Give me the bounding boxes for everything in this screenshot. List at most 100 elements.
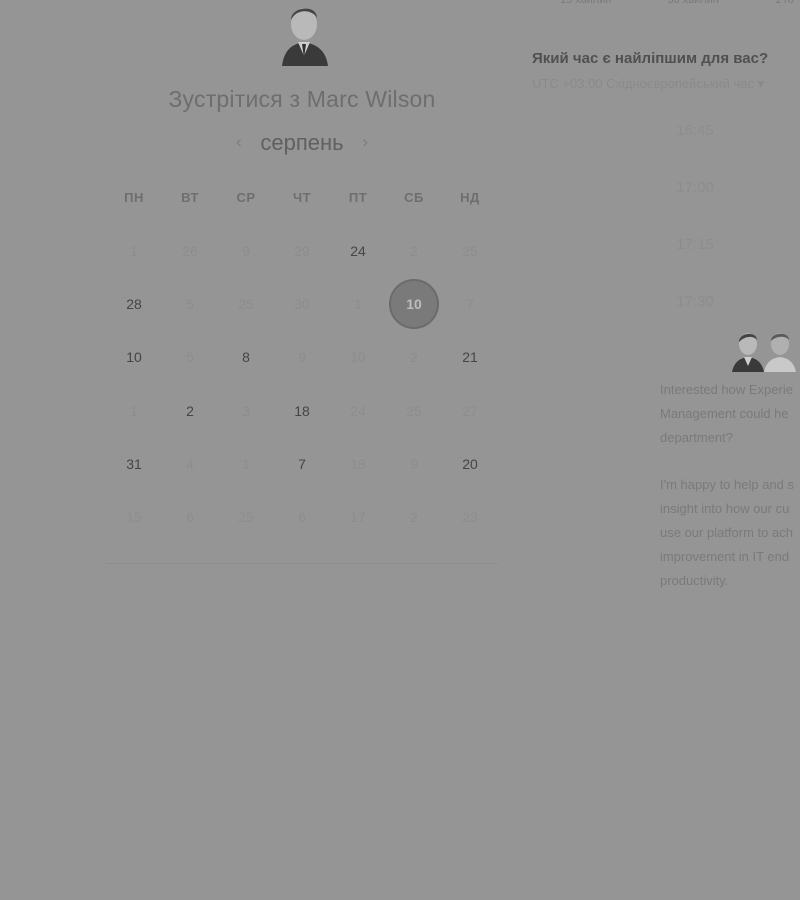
calendar-day: 4: [162, 437, 218, 490]
calendar-day: 1: [330, 277, 386, 330]
calendar-day: 30: [274, 277, 330, 330]
day-number: 2: [410, 349, 418, 366]
calendar-day: 2: [386, 490, 442, 543]
day-number: 18: [350, 455, 366, 472]
time-question: Який час є найліпшим для вас?: [532, 50, 769, 67]
calendar-day-selected[interactable]: 10: [386, 277, 442, 330]
day-number: 1: [130, 402, 138, 419]
calendar-day: 7: [442, 277, 498, 330]
calendar-day: 25: [442, 224, 498, 277]
weekday-label: НД: [460, 190, 480, 205]
day-number: 2: [186, 402, 194, 419]
time-slot[interactable]: 17:15: [640, 236, 750, 293]
day-number: 2: [410, 242, 418, 259]
calendar-day[interactable]: 20: [442, 437, 498, 490]
day-number: 9: [298, 349, 306, 366]
calendar-day: 25: [218, 277, 274, 330]
calendar-day[interactable]: 24: [330, 224, 386, 277]
day-number: 9: [410, 455, 418, 472]
day-number: 20: [462, 455, 478, 472]
calendar-day[interactable]: 10: [106, 331, 162, 384]
day-number: 25: [238, 509, 254, 526]
day-number: 1: [242, 455, 250, 472]
calendar-day[interactable]: 28: [106, 277, 162, 330]
day-number: 28: [126, 295, 142, 312]
weekday-label: ПН: [124, 190, 144, 205]
calendar-day: 6: [162, 490, 218, 543]
description-line: productivity.: [660, 573, 729, 588]
day-number: 3: [242, 402, 250, 419]
day-number: 25: [238, 295, 254, 312]
weekday-label: ВТ: [181, 190, 199, 205]
day-number: 17: [350, 509, 366, 526]
day-number: 9: [242, 242, 250, 259]
day-number: 5: [186, 295, 194, 312]
calendar-day[interactable]: 31: [106, 437, 162, 490]
day-number: 26: [182, 242, 198, 259]
day-number: 1: [354, 295, 362, 312]
day-number: 10: [350, 349, 366, 366]
calendar-day: 26: [162, 224, 218, 277]
day-number: 7: [298, 455, 306, 472]
day-number: 4: [186, 455, 194, 472]
calendar-day: 17: [330, 490, 386, 543]
chevron-right-icon[interactable]: ›: [362, 134, 369, 152]
time-slot[interactable]: 17:00: [640, 179, 750, 236]
calendar-day[interactable]: 7: [274, 437, 330, 490]
description-line: department?: [660, 430, 733, 445]
day-number: 6: [298, 509, 306, 526]
description-line: Interested how Experie: [660, 382, 793, 397]
day-number: 21: [462, 349, 478, 366]
calendar-day: 25: [218, 490, 274, 543]
calendar-day[interactable]: 21: [442, 331, 498, 384]
weekday-label: СБ: [404, 190, 424, 205]
calendar-day[interactable]: 8: [218, 331, 274, 384]
chevron-left-icon[interactable]: ‹: [235, 134, 242, 152]
duration-option[interactable]: 15 хвилин: [560, 0, 611, 6]
description-line: improvement in IT end: [660, 549, 790, 564]
weekday-label: СР: [236, 190, 256, 205]
timezone-label: UTC +03:00 Східноєвропейський час: [532, 76, 754, 91]
calendar-grid: 1 26 9 29 24 2 25 28 5 25 30 1 10 7 10 5 8 9 10 2 21 1 2 3 18 24 2…: [106, 224, 498, 544]
time-slot[interactable]: 16:45: [640, 122, 750, 179]
day-number: 15: [126, 509, 142, 526]
calendar-day: 1: [218, 437, 274, 490]
page-title: Зустрітися з Marc Wilson: [168, 86, 436, 112]
calendar-day[interactable]: 18: [274, 384, 330, 437]
team-avatar: [732, 333, 764, 372]
chevron-down-icon: ▾: [757, 76, 765, 91]
day-number: 6: [186, 509, 194, 526]
calendar-day[interactable]: 2: [162, 384, 218, 437]
description-line: I'm happy to help and s: [660, 477, 795, 492]
day-number: 24: [350, 402, 366, 419]
description-line: Management could he: [660, 406, 789, 421]
time-slot-list: 16:45 17:00 17:15 17:30: [640, 122, 750, 350]
day-number: 10: [389, 278, 439, 329]
day-number: 27: [462, 402, 478, 419]
day-number: 18: [294, 402, 310, 419]
calendar-day: 5: [162, 277, 218, 330]
calendar-day: 9: [274, 331, 330, 384]
day-number: 8: [242, 349, 250, 366]
description-paragraph-1: Interested how Experie Management could h…: [660, 378, 800, 450]
weekday-label: ЧТ: [292, 190, 312, 205]
timezone-selector[interactable]: UTC +03:00 Східноєвропейський час ▾: [532, 76, 800, 92]
host-avatar: [276, 0, 332, 66]
team-avatar: [764, 333, 796, 372]
duration-option[interactable]: 30 хвилин: [667, 0, 718, 6]
day-number: 25: [462, 242, 478, 259]
day-number: 5: [186, 349, 194, 366]
calendar-day: 18: [330, 437, 386, 490]
weekday-label: ПТ: [348, 190, 368, 205]
description-paragraph-2: I'm happy to help and s insight into how …: [660, 473, 800, 593]
calendar-day: 2: [386, 224, 442, 277]
duration-option[interactable]: 1 го: [775, 0, 794, 6]
day-number: 24: [350, 242, 366, 259]
calendar-day: 2: [386, 331, 442, 384]
calendar-day: 25: [386, 384, 442, 437]
calendar-day: 3: [218, 384, 274, 437]
day-number: 1: [130, 242, 138, 259]
host-description: Interested how Experie Management could h…: [660, 378, 800, 608]
day-number: 23: [462, 509, 478, 526]
calendar-day: 10: [330, 331, 386, 384]
